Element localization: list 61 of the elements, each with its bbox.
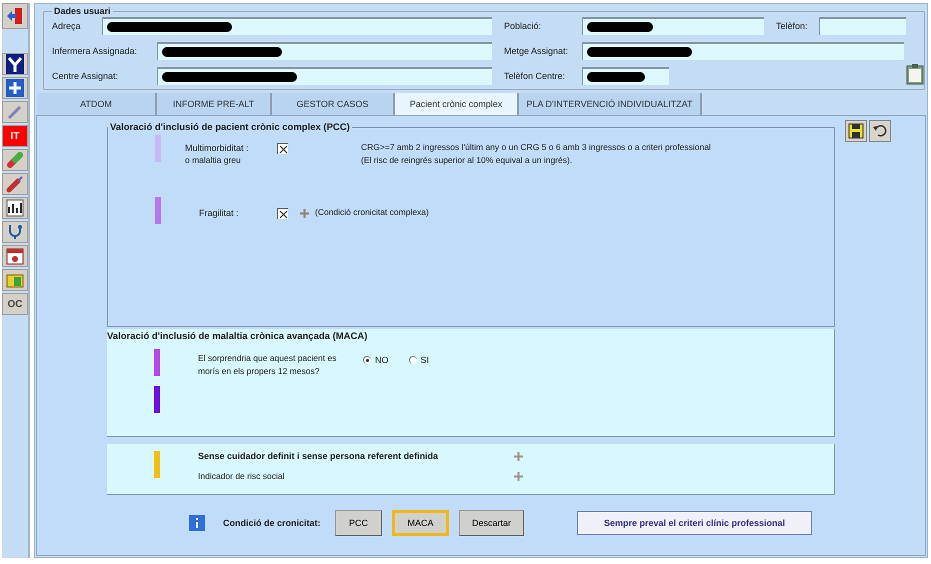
question-text: El sorprendria que aquest pacient es morís en els propers 12 mesos?	[198, 352, 338, 378]
note-box: Sempre preval el criteri clínic professional	[577, 511, 812, 535]
pill-icon[interactable]	[6, 151, 24, 169]
info-icon[interactable]	[189, 515, 205, 531]
criterion-label: Fragilitat :	[199, 207, 240, 219]
input-field[interactable]	[819, 16, 906, 34]
input-field[interactable]	[582, 66, 669, 84]
condition-button[interactable]: PCC	[335, 510, 382, 536]
input-field[interactable]	[157, 66, 492, 84]
exit-door-icon[interactable]	[6, 7, 24, 25]
sidebar-label-button[interactable]: IT	[10, 130, 20, 142]
redaction-mark	[587, 72, 645, 82]
tab[interactable]: Pacient crònic complex	[395, 93, 519, 115]
input-field[interactable]	[102, 16, 492, 34]
gamma-icon[interactable]	[6, 54, 24, 74]
redaction-mark	[587, 22, 653, 32]
social-indicator-label: Indicador de risc social	[198, 471, 286, 481]
condition-button[interactable]: Descartar	[459, 510, 524, 536]
field-label: Adreça	[52, 20, 82, 30]
chronicity-label: Condició de cronicitat:	[223, 518, 322, 528]
input-field[interactable]	[582, 16, 764, 34]
input-field[interactable]	[157, 42, 492, 60]
stethoscope-icon[interactable]	[6, 223, 24, 241]
field-label: Telèfon Centre:	[504, 70, 566, 80]
field-label: Infermera Assignada:	[52, 46, 138, 56]
section-title: Valoració d'inclusió de malaltia crònica avançada (MACA)	[107, 330, 368, 342]
criterion-description: CRG>=7 amb 2 ingressos l'últim any o un CRG 5 o 6 amb 3 ingressos o a criteri professional	[361, 141, 711, 154]
clipboard-icon[interactable]	[906, 63, 924, 85]
tab[interactable]: PLA D'INTERVENCIÓ INDIVIDUALITZAT	[519, 93, 702, 115]
chart-icon[interactable]	[6, 199, 24, 217]
radio-button[interactable]	[408, 356, 416, 364]
field-label: Població:	[504, 20, 542, 30]
radio-button[interactable]	[363, 356, 371, 364]
criterion-description: (El risc de reingrés superior al 10% equival a un ingrés).	[361, 154, 574, 167]
plus-icon[interactable]	[300, 209, 309, 218]
criterion-description: (Condició cronicitat complexa)	[315, 206, 429, 219]
field-label: Centre Assignat:	[52, 70, 120, 80]
check-mark-icon	[278, 210, 288, 218]
plus-icon[interactable]	[514, 472, 523, 480]
syringe-icon[interactable]	[6, 175, 24, 193]
undo-icon[interactable]	[869, 120, 891, 142]
checkbox[interactable]	[277, 143, 288, 154]
checkbox[interactable]	[277, 208, 288, 219]
tab[interactable]: ATDOM	[37, 93, 157, 115]
criterion-sublabel: o malaltia greu	[185, 154, 242, 166]
plus-icon[interactable]	[514, 452, 523, 460]
check-mark-icon	[278, 144, 288, 154]
field-label: Metge Assignat:	[504, 46, 570, 56]
radio-option[interactable]: NO	[363, 355, 388, 365]
criterion-label: Multimorbiditat :	[185, 142, 250, 154]
condition-button[interactable]: MACA	[392, 510, 449, 536]
social-indicator-label: Sense cuidador definit i sense persona referent definida	[198, 451, 440, 461]
radio-option[interactable]: SI	[408, 355, 430, 365]
tab[interactable]: INFORME PRE-ALT	[157, 93, 272, 115]
section-title: Valoració d'inclusió de pacient crònic complex (PCC)	[109, 122, 351, 133]
input-field[interactable]	[582, 42, 904, 60]
field-label: Telèfon:	[776, 20, 809, 30]
panel-title: Dades usuari	[53, 6, 112, 16]
calendar-icon[interactable]	[6, 247, 24, 265]
tab[interactable]: GESTOR CASOS	[272, 93, 395, 115]
save-icon[interactable]	[845, 120, 867, 142]
